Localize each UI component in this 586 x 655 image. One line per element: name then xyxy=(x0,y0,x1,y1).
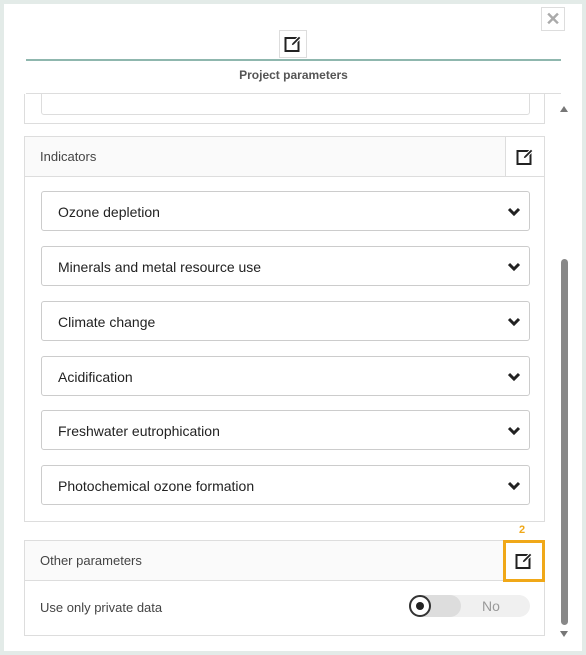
indicator-label: Freshwater eutrophication xyxy=(58,423,220,439)
header-edit-button[interactable] xyxy=(279,30,307,58)
chevron-down-icon xyxy=(507,372,521,382)
previous-field[interactable] xyxy=(41,94,530,115)
indicator-dropdown-minerals[interactable]: Minerals and metal resource use xyxy=(41,246,530,286)
other-parameters-edit-button[interactable] xyxy=(503,540,545,582)
indicators-title: Indicators xyxy=(40,149,97,164)
chevron-down-icon xyxy=(507,481,521,491)
indicator-dropdown-freshwater-eutrophication[interactable]: Freshwater eutrophication xyxy=(41,410,530,450)
indicator-dropdown-ozone-depletion[interactable]: Ozone depletion xyxy=(41,191,530,231)
close-button[interactable]: ✕ xyxy=(541,7,565,31)
parameters-scroll-area: Indicators Ozone depletion Minerals and … xyxy=(24,94,549,639)
chevron-down-icon xyxy=(507,426,521,436)
scroll-down-icon[interactable] xyxy=(559,629,569,639)
indicator-dropdown-climate-change[interactable]: Climate change xyxy=(41,301,530,341)
indicator-label: Minerals and metal resource use xyxy=(58,259,262,275)
private-data-value: No xyxy=(482,598,500,614)
chevron-down-icon xyxy=(507,207,521,217)
other-parameters-title: Other parameters xyxy=(40,553,142,568)
edit-icon xyxy=(515,552,533,569)
other-parameters-section: Other parameters Use only private data N… xyxy=(24,540,545,636)
edit-icon xyxy=(284,35,302,52)
edit-icon xyxy=(516,147,534,165)
scrollbar-thumb[interactable] xyxy=(561,259,568,625)
indicator-label: Climate change xyxy=(58,314,156,330)
indicator-dropdown-acidification[interactable]: Acidification xyxy=(41,356,530,396)
close-icon: ✕ xyxy=(545,8,561,29)
previous-section xyxy=(24,94,545,124)
indicators-section: Indicators Ozone depletion Minerals and … xyxy=(24,136,545,522)
indicator-dropdown-photochemical-ozone[interactable]: Photochemical ozone formation xyxy=(41,465,530,505)
indicators-header: Indicators xyxy=(25,137,544,177)
chevron-down-icon xyxy=(507,317,521,327)
chevron-down-icon xyxy=(507,262,521,272)
toggle-knob[interactable] xyxy=(409,595,431,617)
private-data-toggle[interactable]: No xyxy=(409,595,530,617)
indicators-edit-button[interactable] xyxy=(505,137,544,176)
project-parameters-dialog: ✕ Project parameters Indicators Ozone de… xyxy=(4,4,582,651)
indicator-label: Ozone depletion xyxy=(58,204,160,220)
other-parameters-header: Other parameters xyxy=(25,540,545,582)
scroll-up-icon[interactable] xyxy=(559,104,569,114)
dialog-title: Project parameters xyxy=(239,68,348,82)
step-badge: 2 xyxy=(519,524,526,536)
header-accent-line xyxy=(26,59,561,61)
private-data-label: Use only private data xyxy=(40,600,163,615)
indicator-label: Photochemical ozone formation xyxy=(58,478,255,494)
indicator-label: Acidification xyxy=(58,369,133,385)
